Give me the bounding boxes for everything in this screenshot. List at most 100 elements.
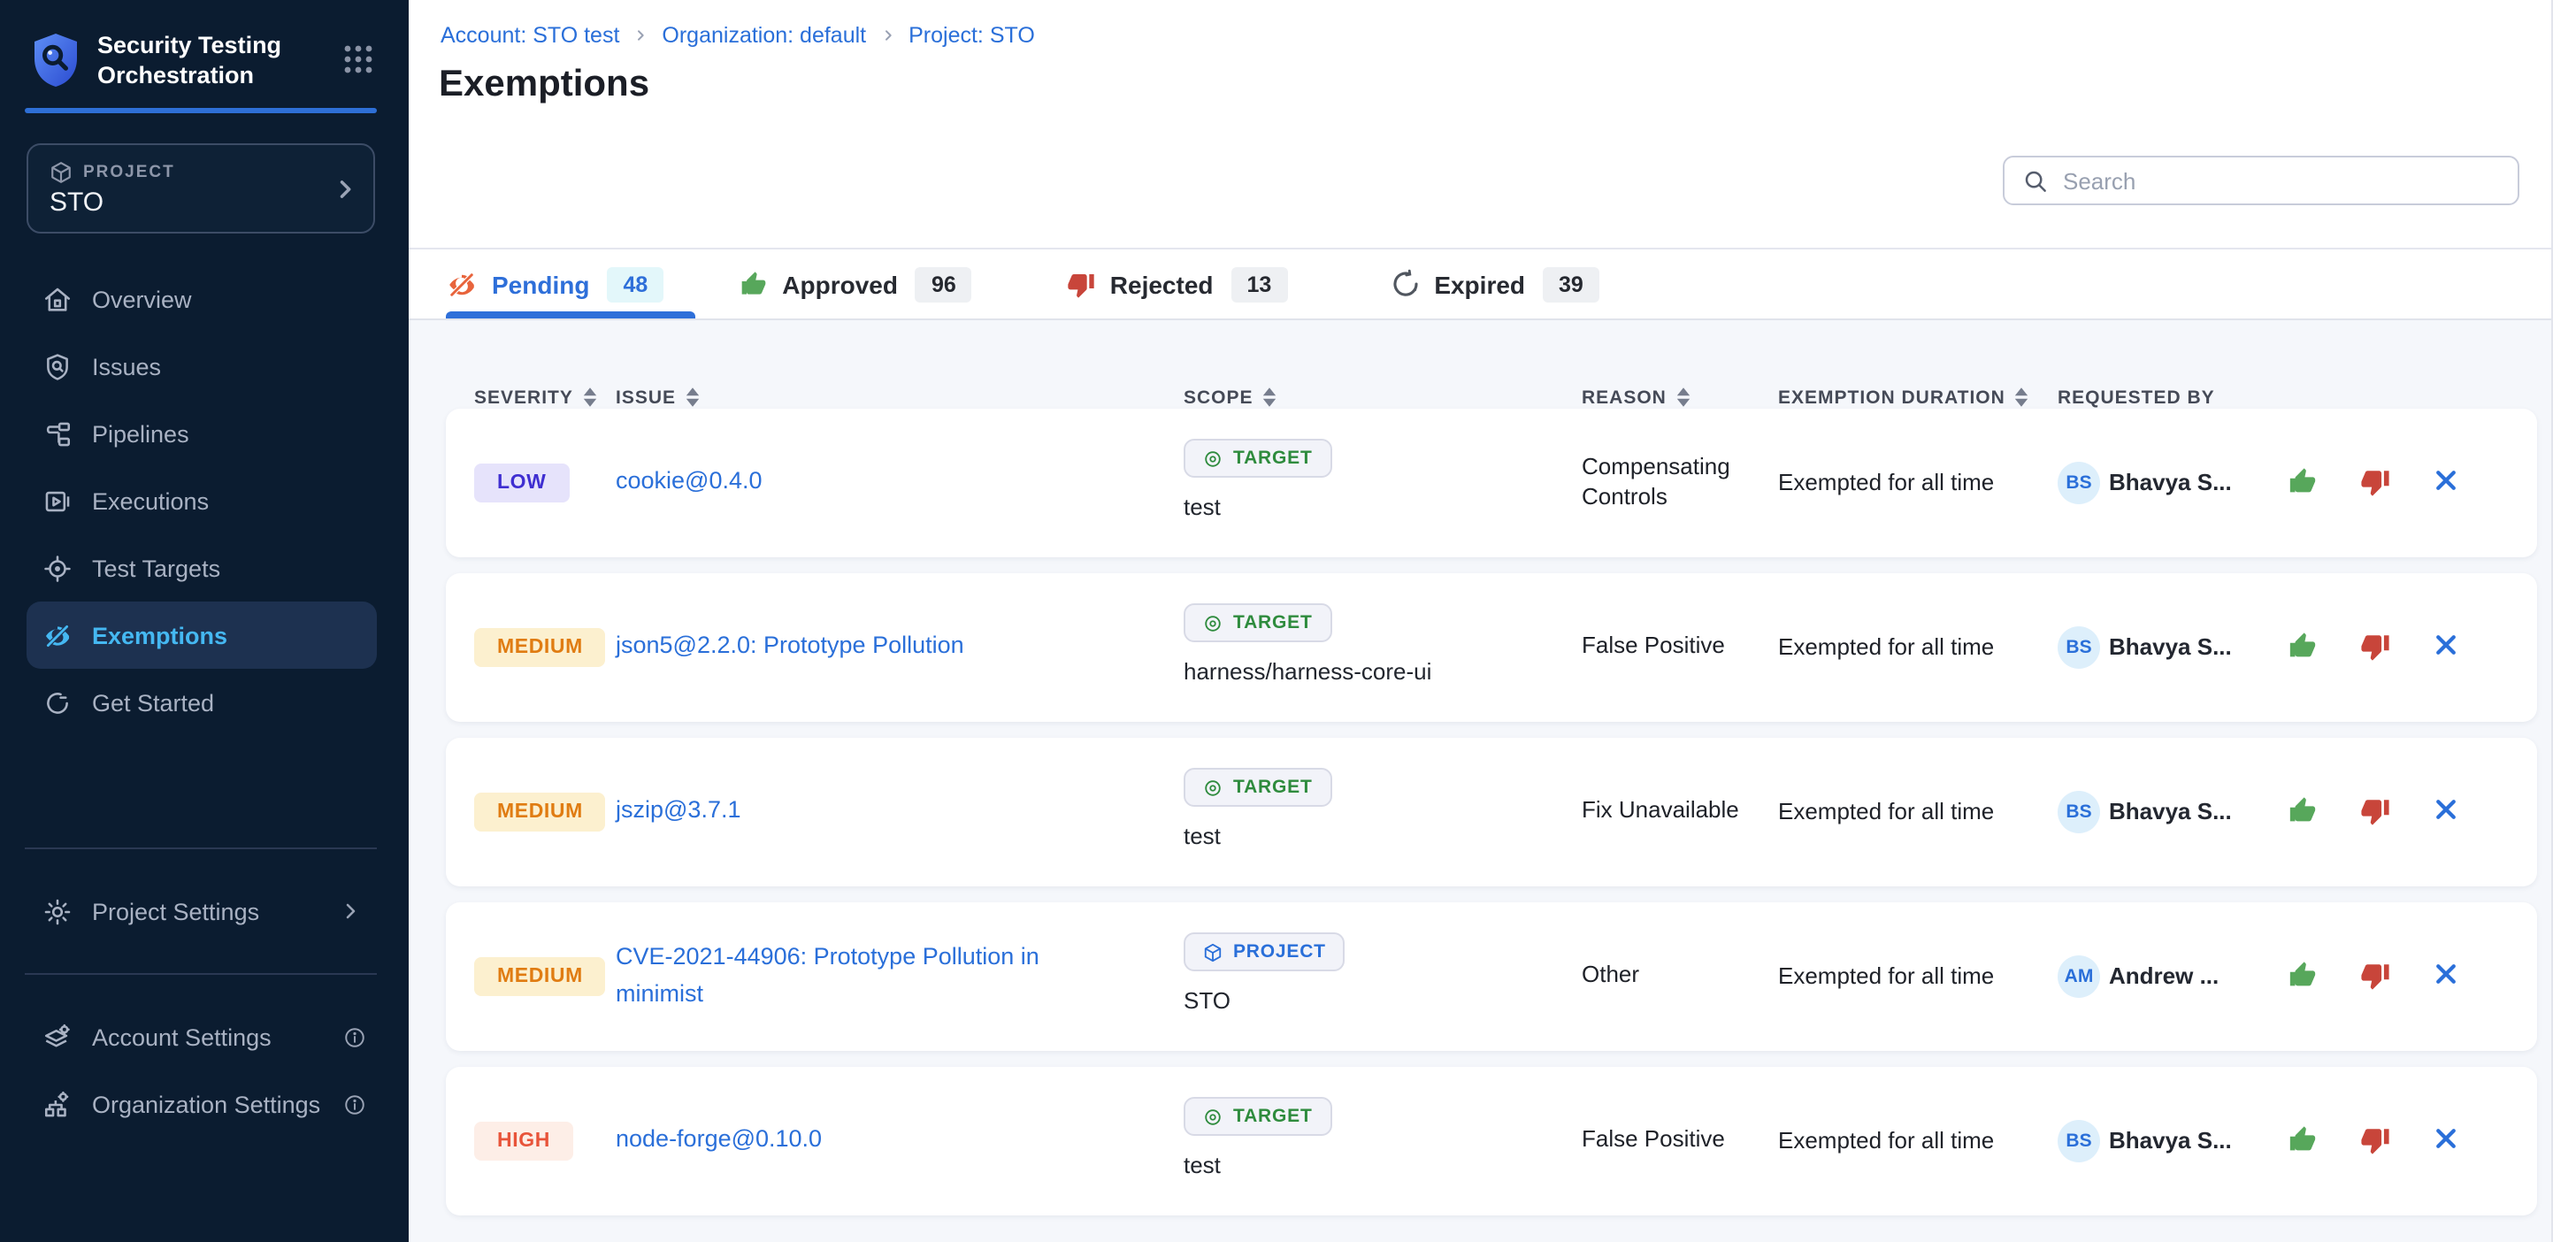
requester-name: Bhavya S... (2109, 799, 2232, 825)
search-input[interactable] (2063, 167, 2500, 194)
scope-badge: PROJECT (1184, 932, 1346, 971)
sort-icon[interactable] (2014, 386, 2030, 409)
header-scope[interactable]: SCOPE (1184, 386, 1582, 409)
home-icon (42, 284, 73, 314)
sidebar-item-issues[interactable]: Issues (0, 333, 409, 400)
reject-button[interactable] (2360, 632, 2390, 663)
tab-expired[interactable]: Expired 39 (1390, 266, 1599, 302)
tab-label: Expired (1434, 270, 1525, 298)
tabs: Pending 48 Approved 96 Rejected 13 (409, 249, 2564, 320)
reason: False Positive (1582, 632, 1778, 663)
divider (25, 973, 377, 975)
sidebar-item-exemptions[interactable]: Exemptions (27, 602, 377, 669)
sidebar-item-account-settings[interactable]: Account Settings (0, 1003, 409, 1070)
header-exemption-duration[interactable]: EXEMPTION DURATION (1778, 386, 2058, 409)
requester-name: Bhavya S... (2109, 470, 2232, 496)
approve-button[interactable] (2288, 797, 2318, 827)
scope-name: STO (1184, 987, 1582, 1014)
search-box (2003, 156, 2519, 205)
issue-link[interactable]: cookie@0.4.0 (616, 464, 763, 502)
exemption-row: MEDIUM jszip@3.7.1 TARGET test Fix Unava… (446, 738, 2537, 886)
exemption-duration: Exempted for all time (1778, 1128, 2058, 1154)
breadcrumb-account[interactable]: Account: STO test (441, 23, 619, 48)
page-title: Exemptions (439, 64, 649, 106)
breadcrumb: Account: STO test Organization: default … (441, 23, 1035, 48)
tab-approved[interactable]: Approved 96 (740, 266, 972, 302)
tab-count-badge: 48 (607, 266, 663, 302)
scope-badge: TARGET (1184, 1097, 1332, 1136)
info-icon[interactable] (343, 1025, 366, 1048)
sidebar-item-project-settings[interactable]: Project Settings (0, 878, 409, 945)
tab-rejected[interactable]: Rejected 13 (1068, 266, 1288, 302)
app-switcher-grid-icon[interactable] (343, 44, 373, 74)
sort-icon[interactable] (1675, 386, 1691, 409)
sidebar-item-get-started[interactable]: Get Started (0, 669, 409, 736)
reject-button[interactable] (2360, 797, 2390, 827)
sort-icon[interactable] (582, 386, 598, 409)
sidebar-item-label: Get Started (92, 689, 214, 716)
header-requested-by: REQUESTED BY (2058, 387, 2281, 408)
approve-button[interactable] (2288, 468, 2318, 498)
scope-type-label: TARGET (1233, 612, 1313, 633)
cancel-exemption-button[interactable] (2433, 962, 2463, 992)
target-icon (1203, 613, 1223, 632)
info-icon[interactable] (343, 1092, 366, 1116)
scrollbar-track[interactable] (2551, 0, 2564, 1242)
scope-name: test (1184, 823, 1582, 849)
tab-pending[interactable]: Pending 48 (446, 266, 663, 302)
sidebar-item-organization-settings[interactable]: Organization Settings (0, 1070, 409, 1138)
reject-button[interactable] (2360, 468, 2390, 498)
cancel-exemption-button[interactable] (2433, 468, 2463, 498)
header-issue[interactable]: ISSUE (616, 386, 1184, 409)
avatar: BS (2058, 1120, 2100, 1162)
sort-icon[interactable] (685, 386, 701, 409)
requested-by: BS Bhavya S... (2058, 791, 2281, 833)
sto-shield-logo-icon (32, 32, 80, 88)
project-selector-value: STO (50, 188, 104, 218)
requested-by: BS Bhavya S... (2058, 462, 2281, 504)
sidebar-item-overview[interactable]: Overview (0, 265, 409, 333)
avatar: BS (2058, 626, 2100, 669)
approve-button[interactable] (2288, 962, 2318, 992)
sidebar-item-label: Issues (92, 353, 161, 380)
reason: False Positive (1582, 1126, 1778, 1156)
issue-link[interactable]: node-forge@0.10.0 (616, 1123, 822, 1160)
breadcrumb-project[interactable]: Project: STO (908, 23, 1035, 48)
issue-link[interactable]: jszip@3.7.1 (616, 794, 741, 831)
exemption-row: MEDIUM json5@2.2.0: Prototype Pollution … (446, 573, 2537, 721)
cube-icon (50, 161, 73, 184)
sidebar-item-test-targets[interactable]: Test Targets (0, 534, 409, 602)
sidebar-item-label: Organization Settings (92, 1091, 320, 1117)
reject-button[interactable] (2360, 1126, 2390, 1156)
sort-icon[interactable] (1262, 386, 1278, 409)
reason: Compensating Controls (1582, 453, 1778, 513)
header-severity[interactable]: SEVERITY (474, 386, 616, 409)
gear-icon (42, 896, 73, 926)
cancel-exemption-button[interactable] (2433, 1126, 2463, 1156)
requester-name: Bhavya S... (2109, 1128, 2232, 1154)
org-chart-gear-icon (42, 1089, 73, 1119)
breadcrumb-organization[interactable]: Organization: default (662, 23, 866, 48)
page-header: Account: STO test Organization: default … (409, 0, 2564, 249)
approve-button[interactable] (2288, 632, 2318, 663)
pipeline-icon (42, 418, 73, 448)
exemption-duration: Exempted for all time (1778, 799, 2058, 825)
exemptions-table: SEVERITY ISSUE SCOPE REASON EXEMPTION DU… (409, 320, 2564, 1231)
row-actions (2281, 797, 2509, 827)
project-selector[interactable]: PROJECT STO (27, 143, 375, 234)
issue-link[interactable]: json5@2.2.0: Prototype Pollution (616, 629, 964, 666)
approve-button[interactable] (2288, 1126, 2318, 1156)
reject-button[interactable] (2360, 962, 2390, 992)
target-crosshair-icon (42, 553, 73, 583)
cancel-exemption-button[interactable] (2433, 632, 2463, 663)
executions-play-icon (42, 486, 73, 516)
issue-link[interactable]: CVE-2021-44906: Prototype Pollution in m… (616, 939, 1079, 1014)
layers-gear-icon (42, 1022, 73, 1052)
cancel-exemption-button[interactable] (2433, 797, 2463, 827)
row-actions (2281, 468, 2509, 498)
sidebar-item-executions[interactable]: Executions (0, 467, 409, 534)
sidebar-item-pipelines[interactable]: Pipelines (0, 400, 409, 467)
reason: Fix Unavailable (1582, 797, 1778, 827)
sidebar-item-label: Overview (92, 286, 192, 312)
header-reason[interactable]: REASON (1582, 386, 1778, 409)
